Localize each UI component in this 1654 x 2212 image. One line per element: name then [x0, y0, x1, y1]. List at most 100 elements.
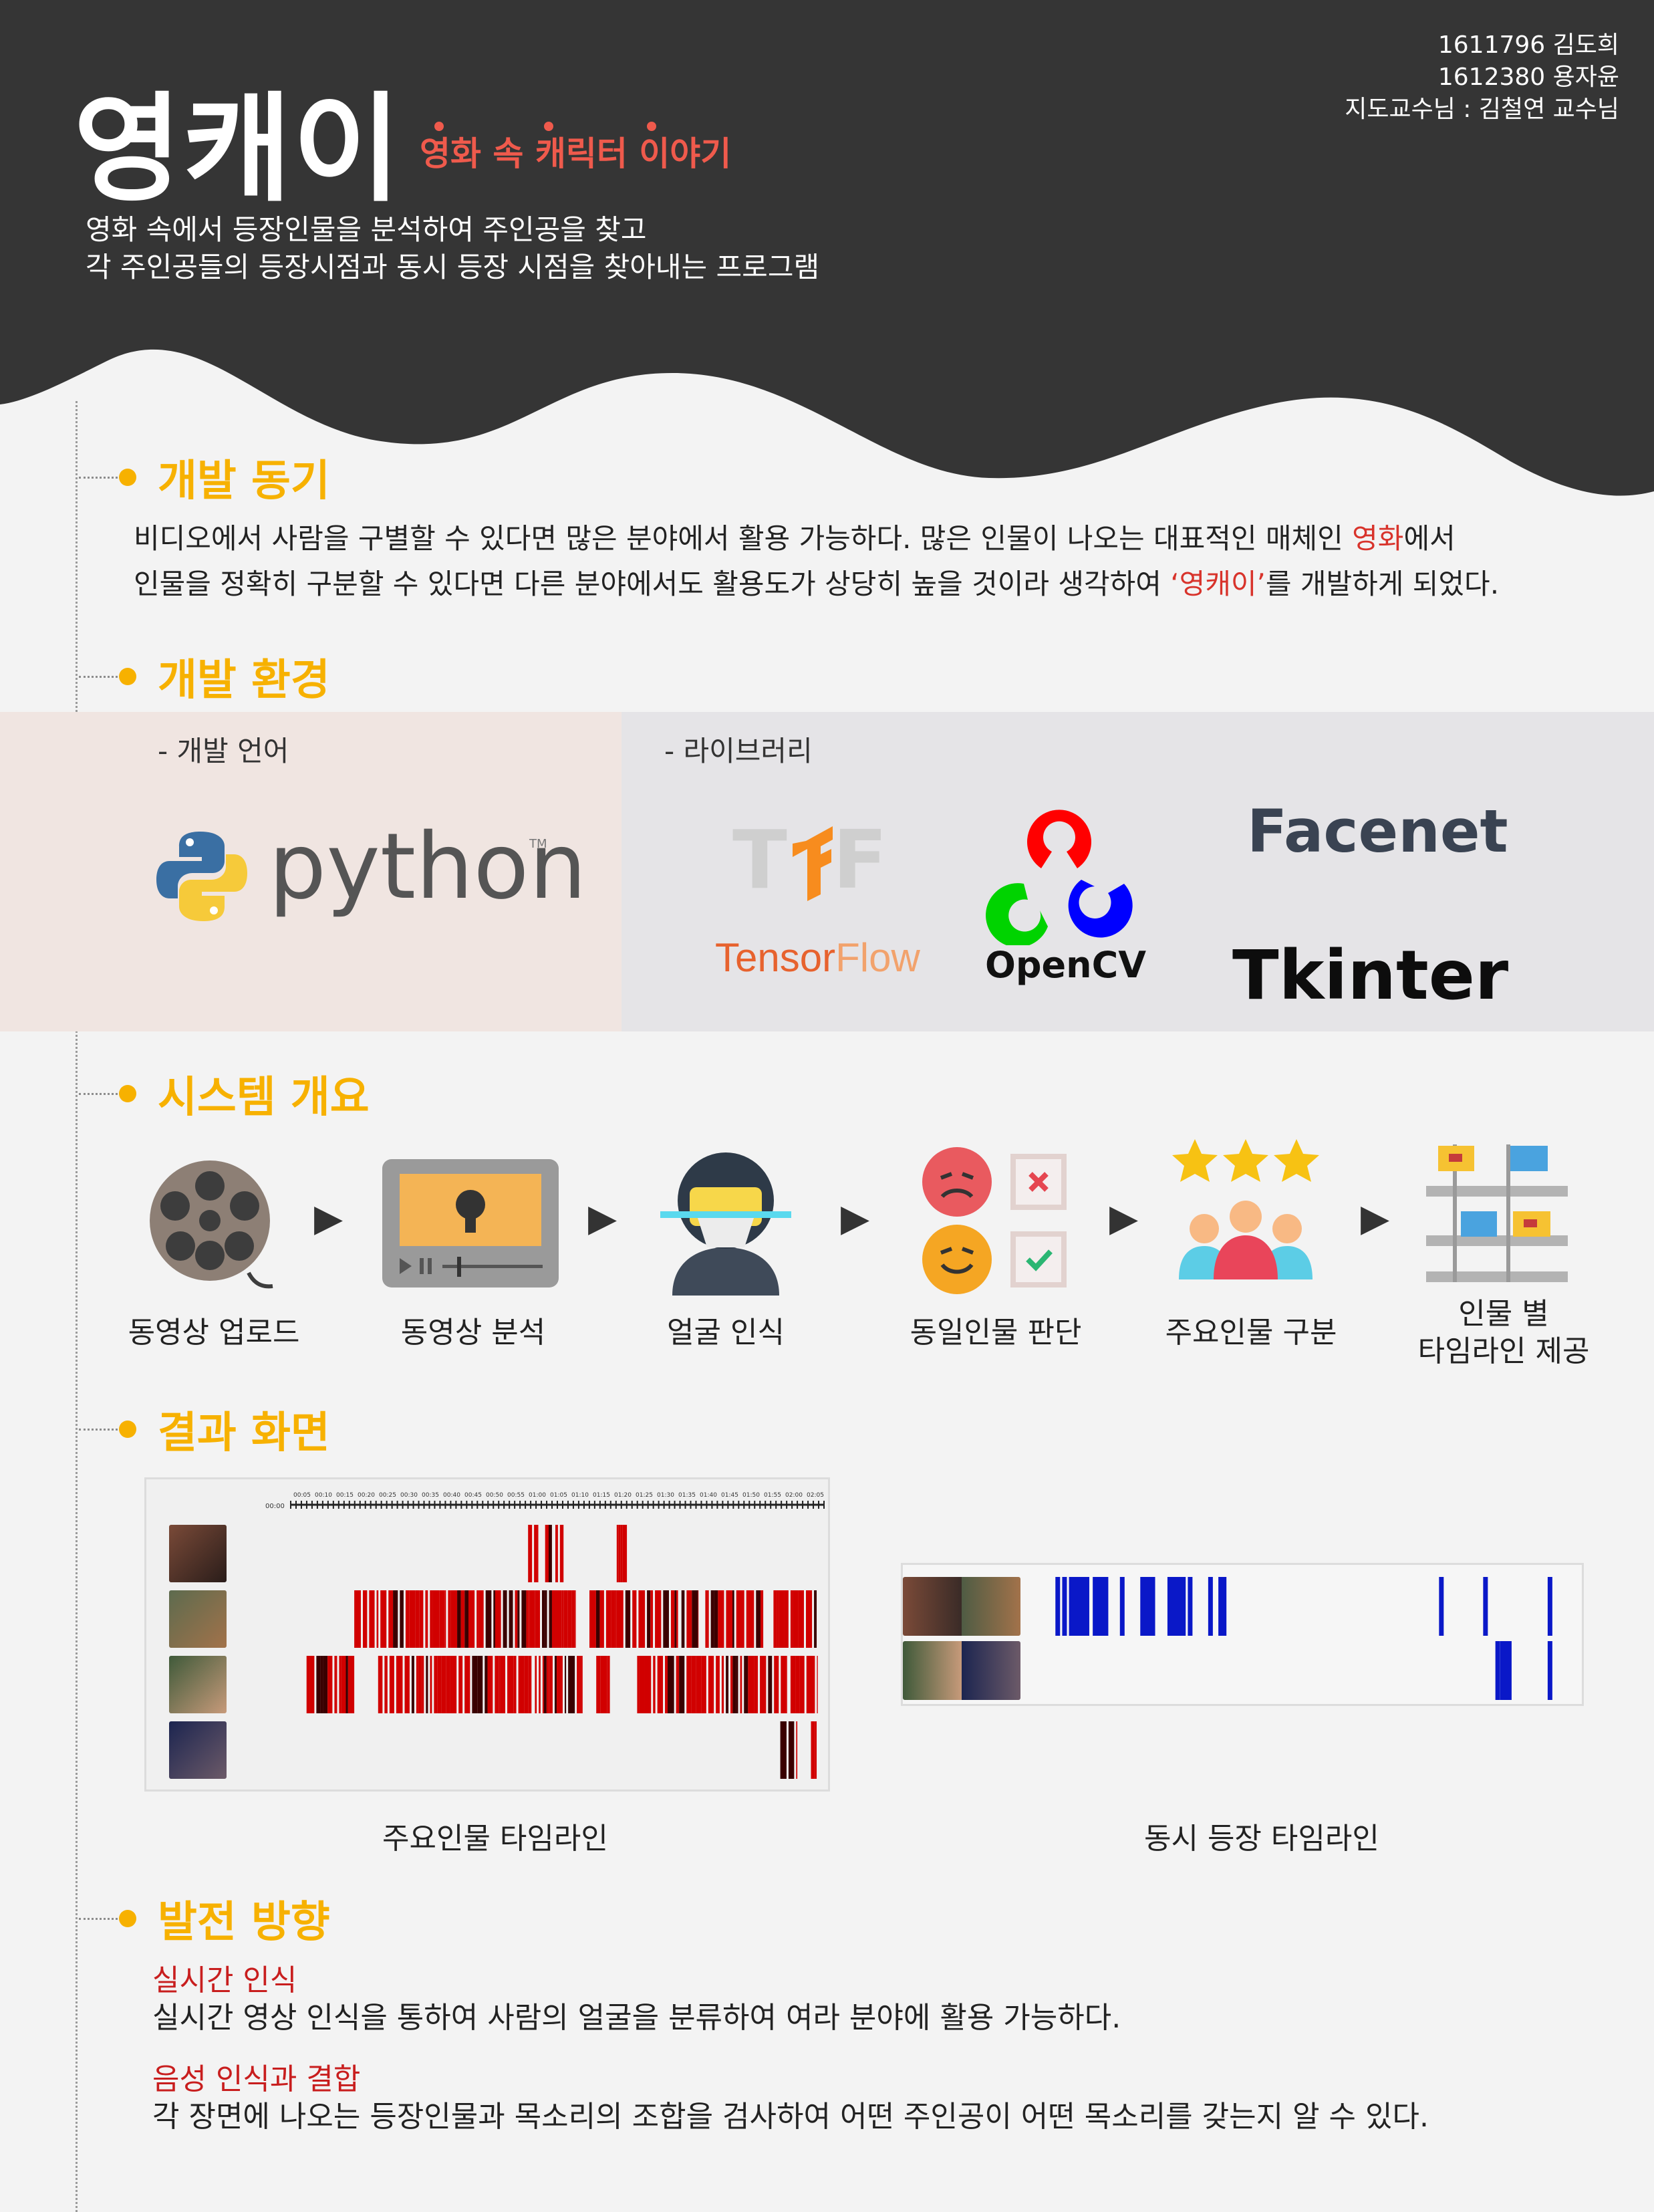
timeline-bar: [369, 1590, 375, 1648]
timeline-bar: [732, 1656, 736, 1713]
timeline-bar: [396, 1656, 403, 1713]
co-appearance-bar: [1188, 1577, 1193, 1636]
step-label-main-character: 주요인물 구분: [1165, 1316, 1337, 1350]
opencv-logo-icon: [986, 810, 1133, 945]
timeline-bar: [524, 1656, 529, 1713]
timeline-bar: [726, 1590, 733, 1648]
timeline-tick-label: 00:20: [358, 1492, 375, 1499]
timeline-bar: [439, 1590, 445, 1648]
timeline-bar: [773, 1590, 777, 1648]
step-label-face: 얼굴 인식: [667, 1316, 785, 1350]
timeline-bar: [774, 1656, 779, 1713]
timeline-bar: [650, 1590, 654, 1648]
timeline-bar: [503, 1590, 507, 1648]
timeline-bar: [811, 1721, 815, 1779]
timeline-bar: [670, 1590, 675, 1648]
timeline-bar: [444, 1590, 446, 1648]
timeline-tick-label: 01:20: [614, 1492, 632, 1499]
timeline-bar: [393, 1590, 398, 1648]
svg-text:T: T: [732, 814, 787, 907]
facenet-wordmark: Facenet: [1247, 797, 1508, 866]
timeline-bar: [450, 1590, 456, 1648]
timeline-bar: [460, 1590, 465, 1648]
library-label: - 라이브러리: [664, 735, 813, 767]
timeline-bar: [748, 1590, 754, 1648]
trademark-mark: TM: [529, 837, 547, 851]
timeline-bar: [620, 1525, 623, 1582]
future-heading-realtime: 실시간 인식: [152, 1963, 297, 1997]
timeline-bar: [334, 1656, 336, 1713]
timeline-bar: [555, 1590, 562, 1648]
timeline-bar: [564, 1656, 567, 1713]
timeline-bar: [528, 1525, 533, 1582]
timeline-bar: [780, 1721, 787, 1779]
timeline-bar: [639, 1656, 645, 1713]
timeline-bar: [542, 1590, 545, 1648]
co-appearance-bar: [1119, 1577, 1125, 1636]
future-heading-voice: 음성 인식과 결합: [152, 2062, 361, 2096]
people-stars-icon: [1172, 1139, 1319, 1279]
character-thumbnail: [169, 1590, 227, 1648]
timeline-tick-label: 00:10: [315, 1492, 332, 1499]
timeline-bar: [681, 1590, 685, 1648]
timeline-bar: [526, 1590, 529, 1648]
timeline-bar: [596, 1656, 601, 1713]
timeline-bar: [464, 1656, 470, 1713]
timeline-bar: [653, 1656, 656, 1713]
timeline-bar: [487, 1656, 493, 1713]
arrow-right-icon: ▶: [314, 1197, 343, 1240]
timeline-bar: [535, 1656, 537, 1713]
co-appearance-timeline-panel: [901, 1563, 1584, 1706]
co-appearance-bar: [1150, 1577, 1155, 1636]
timeline-bar: [781, 1656, 787, 1713]
timeline-bar: [754, 1656, 759, 1713]
page-title: 영캐이: [74, 81, 402, 218]
python-logo-icon: [156, 832, 247, 921]
timeline-bar: [748, 1656, 754, 1713]
co-appearance-bar: [1084, 1577, 1089, 1636]
timeline-bar: [400, 1590, 404, 1648]
timeline-bar: [335, 1656, 337, 1713]
main-timeline-caption: 주요인물 타임라인: [382, 1822, 608, 1856]
timeline-bar: [644, 1656, 652, 1713]
arrow-right-icon: ▶: [1109, 1197, 1139, 1240]
timeline-bar: [411, 1656, 414, 1713]
timeline-bar: [691, 1656, 696, 1713]
bullet-icon: [119, 469, 136, 486]
timeline-bar: [798, 1590, 804, 1648]
timeline-bar: [545, 1590, 547, 1648]
timeline-bar: [430, 1590, 433, 1648]
co-appearance-bar: [1495, 1641, 1500, 1700]
co-timeline-caption: 동시 등장 타임라인: [1144, 1822, 1379, 1856]
timeline-bar: [528, 1590, 530, 1648]
face-compare-icon: [922, 1147, 1067, 1294]
timeline-bar: [549, 1656, 553, 1713]
python-wordmark: python: [269, 814, 587, 920]
timeline-bar: [499, 1656, 501, 1713]
step-label-timeline: 인물 별 타임라인 제공: [1417, 1297, 1590, 1368]
timeline-bar: [595, 1590, 600, 1648]
timeline-bar: [676, 1656, 680, 1713]
co-appearance-bar: [1208, 1577, 1213, 1636]
main-timeline-chart: 00:00 00:05 00:10 00:15 00:20 00:25 00:30 00:35…: [265, 1492, 825, 1779]
co-appearance-bar: [1483, 1577, 1488, 1636]
timeline-bar: [605, 1590, 611, 1648]
timeline-bar: [625, 1590, 631, 1648]
section-heading-environment: 개발 환경: [79, 646, 330, 707]
left-guide-line: [76, 401, 78, 2212]
co-appearance-bar: [1062, 1577, 1067, 1636]
timeline-bar: [457, 1590, 461, 1648]
timeline-bar: [730, 1656, 733, 1713]
timeline-bar: [718, 1590, 724, 1648]
timeline-bar: [341, 1656, 346, 1713]
timeline-bar: [575, 1590, 576, 1648]
timeline-tick-label: 01:40: [700, 1492, 717, 1499]
co-appearance-bar: [1055, 1577, 1061, 1636]
timeline-tick-label: 02:00: [785, 1492, 803, 1499]
timeline-bar: [309, 1656, 315, 1713]
timeline-bar: [622, 1525, 628, 1582]
timeline-bar: [616, 1590, 624, 1648]
timeline-bar: [611, 1590, 615, 1648]
timeline-tick-label: 01:05: [550, 1492, 567, 1499]
character-pair-thumbnail: [903, 1641, 1020, 1700]
